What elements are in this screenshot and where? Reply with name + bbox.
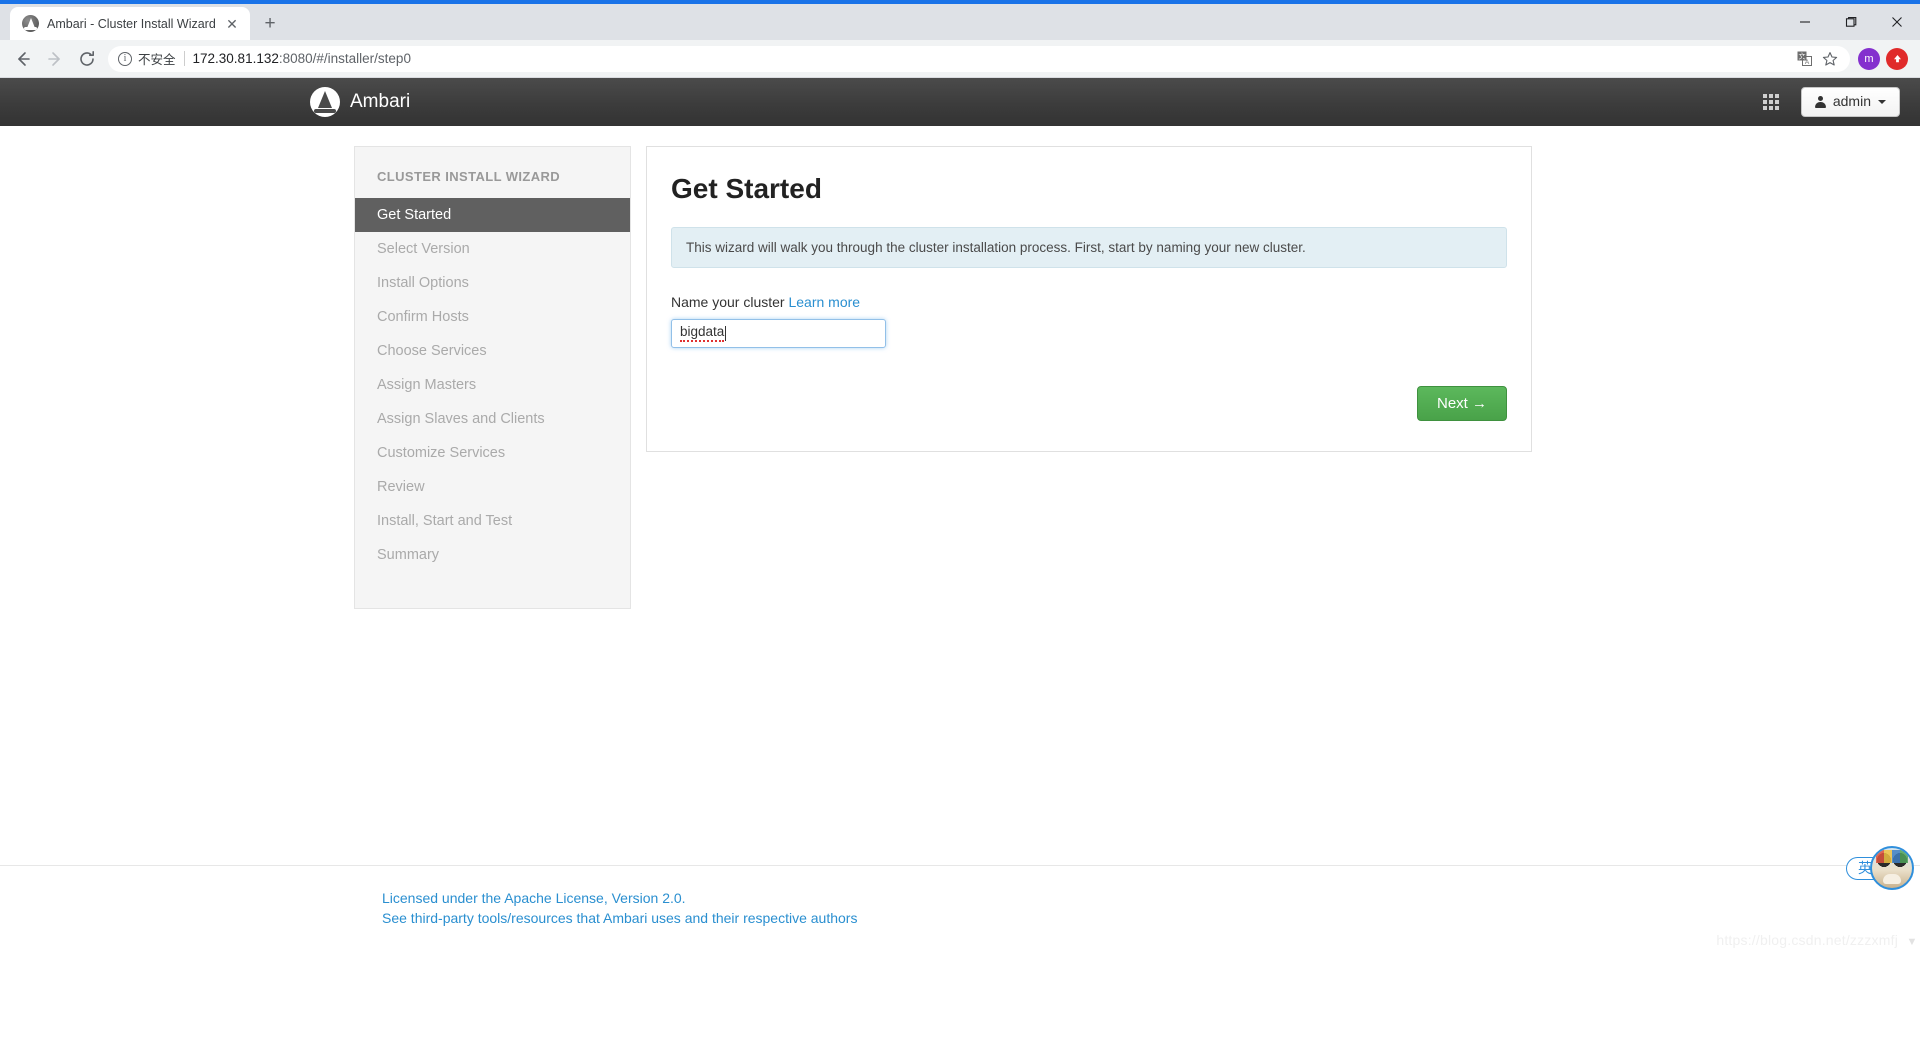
text-cursor <box>725 326 727 341</box>
sidebar-item-select-version[interactable]: Select Version <box>355 232 630 266</box>
third-party-tools-link[interactable]: See third-party tools/resources that Amb… <box>382 908 1920 928</box>
browser-tab-title: Ambari - Cluster Install Wizard <box>47 16 216 31</box>
new-tab-button[interactable]: + <box>256 9 284 37</box>
ambari-header-actions: admin <box>1762 87 1900 117</box>
sidebar-item-customize-services[interactable]: Customize Services <box>355 436 630 470</box>
security-status-label: 不安全 <box>138 53 176 67</box>
learn-more-link[interactable]: Learn more <box>788 294 860 310</box>
sidebar-item-assign-slaves-and-clients[interactable]: Assign Slaves and Clients <box>355 402 630 436</box>
address-bar[interactable]: i 不安全 172.30.81.132:8080/#/installer/ste… <box>108 45 1850 72</box>
footer-links: Licensed under the Apache License, Versi… <box>382 888 1920 929</box>
extension-icon[interactable] <box>1886 47 1908 70</box>
cluster-install-wizard-sidebar: CLUSTER INSTALL WIZARD Get Started Selec… <box>354 146 631 609</box>
window-maximize-button[interactable] <box>1828 5 1874 39</box>
sidebar-item-choose-services[interactable]: Choose Services <box>355 334 630 368</box>
page-content: CLUSTER INSTALL WIZARD Get Started Selec… <box>0 126 1920 952</box>
cluster-name-input[interactable]: bigdata <box>671 319 886 348</box>
omnibox-divider <box>183 51 185 66</box>
cluster-name-label-text: Name your cluster <box>671 294 785 310</box>
ambari-logo-icon <box>310 87 340 117</box>
chevron-down-icon <box>1878 99 1886 104</box>
sidebar-item-get-started[interactable]: Get Started <box>355 198 630 232</box>
svg-text:A: A <box>1804 59 1809 66</box>
sidebar-heading: CLUSTER INSTALL WIZARD <box>377 169 561 184</box>
page-title: Get Started <box>671 173 822 204</box>
translate-icon[interactable]: 文 A <box>1794 49 1814 69</box>
watermark: https://blog.csdn.net/zzzxmfj <box>1716 932 1898 948</box>
url-text: 172.30.81.132:8080/#/installer/step0 <box>193 51 1788 66</box>
sidebar-item-install-start-and-test[interactable]: Install, Start and Test <box>355 504 630 538</box>
browser-toolbar: i 不安全 172.30.81.132:8080/#/installer/ste… <box>0 40 1920 78</box>
site-info-icon[interactable]: i <box>118 51 132 66</box>
bookmark-star-icon[interactable] <box>1820 49 1840 69</box>
cluster-name-label: Name your cluster Learn more <box>671 294 1507 310</box>
next-button[interactable]: Next → <box>1416 386 1507 421</box>
url-path: :8080/#/installer/step0 <box>278 51 411 66</box>
ambari-favicon-icon <box>22 15 39 32</box>
sidebar-item-install-options[interactable]: Install Options <box>355 266 630 300</box>
user-icon <box>1814 95 1826 108</box>
browser-tab[interactable]: Ambari - Cluster Install Wizard ✕ <box>10 7 250 40</box>
admin-label: admin <box>1832 93 1871 110</box>
toolbar-right-actions: m <box>1858 47 1912 70</box>
ime-indicator: 英 <box>1846 846 1914 890</box>
back-button[interactable] <box>8 44 38 74</box>
sidebar-item-review[interactable]: Review <box>355 470 630 504</box>
sidebar-item-assign-masters[interactable]: Assign Masters <box>355 368 630 402</box>
scrollbar-down-arrow[interactable]: ▼ <box>1906 936 1918 948</box>
get-started-card: Get Started This wizard will walk you th… <box>646 146 1532 452</box>
apps-grid-icon[interactable] <box>1762 93 1779 110</box>
reload-button[interactable] <box>72 44 102 74</box>
ambari-brand-label: Ambari <box>350 91 411 112</box>
forward-button[interactable] <box>40 44 70 74</box>
ambari-brand[interactable]: Ambari <box>310 87 410 117</box>
page-footer: Licensed under the Apache License, Versi… <box>0 865 1920 952</box>
window-minimize-button[interactable] <box>1782 5 1828 39</box>
url-host: 172.30.81.132 <box>192 51 279 66</box>
sidebar-item-summary[interactable]: Summary <box>355 538 630 572</box>
wizard-info-alert: This wizard will walk you through the cl… <box>671 227 1507 268</box>
page-viewport: Ambari admin CLUSTER INSTALL WIZARD Get … <box>0 78 1920 1039</box>
profile-avatar[interactable]: m <box>1858 47 1880 70</box>
window-close-button[interactable] <box>1874 5 1920 39</box>
cat-avatar-icon[interactable] <box>1870 846 1914 890</box>
apache-license-link[interactable]: Licensed under the Apache License, Versi… <box>382 888 1920 908</box>
card-actions: Next → <box>671 386 1507 421</box>
sidebar-item-confirm-hosts[interactable]: Confirm Hosts <box>355 300 630 334</box>
window-controls <box>1782 4 1920 40</box>
browser-tabstrip: Ambari - Cluster Install Wizard ✕ + <box>0 4 1920 40</box>
cluster-name-value: bigdata <box>680 324 725 343</box>
ambari-top-nav: Ambari admin <box>0 78 1920 126</box>
admin-user-menu-button[interactable]: admin <box>1800 87 1900 117</box>
tab-close-icon[interactable]: ✕ <box>224 17 240 31</box>
